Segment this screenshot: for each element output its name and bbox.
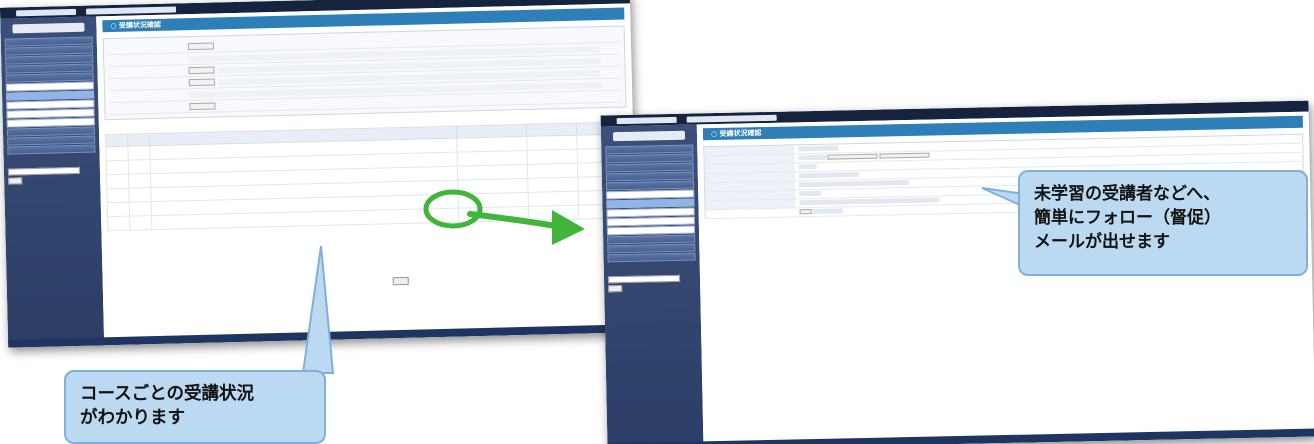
next-button[interactable] bbox=[392, 276, 409, 286]
menu-header bbox=[612, 130, 686, 142]
filter-button[interactable] bbox=[188, 78, 215, 87]
sidebar-menu bbox=[0, 16, 105, 348]
menu-header bbox=[12, 22, 85, 34]
table-cell bbox=[527, 163, 578, 179]
course-select-button[interactable] bbox=[608, 285, 623, 293]
course-select[interactable] bbox=[607, 274, 681, 284]
table-cell bbox=[106, 174, 129, 189]
callout-line: がわかります bbox=[80, 408, 185, 428]
callout-followup-mail: 未学習の受講者などへ、 簡単にフォロー（督促） メールが出せます bbox=[1018, 170, 1308, 276]
table-cell bbox=[128, 173, 151, 189]
table-cell bbox=[128, 187, 152, 203]
detail-key bbox=[705, 207, 796, 219]
org-field bbox=[85, 5, 177, 15]
sidebar-item[interactable] bbox=[607, 252, 696, 263]
callout-line: コースごとの受講状況 bbox=[80, 384, 254, 404]
table-cell bbox=[527, 177, 579, 193]
display-button[interactable] bbox=[189, 102, 216, 111]
mail-button[interactable] bbox=[879, 152, 930, 159]
table-cell bbox=[128, 159, 151, 175]
stage: ○ 受講状況確認 ○ 受講状況確認 コースごとの受講状況 がわかります 未学習の… bbox=[0, 0, 1314, 444]
page-title-text: 受講状況確認 bbox=[719, 129, 762, 138]
org-field bbox=[686, 114, 777, 123]
filter-select[interactable] bbox=[187, 42, 215, 51]
table-header-cell bbox=[127, 133, 150, 147]
course-select-area bbox=[7, 166, 96, 185]
table-cell bbox=[106, 188, 130, 203]
table-cell bbox=[107, 202, 130, 217]
table-header-cell bbox=[105, 134, 128, 147]
table-cell bbox=[107, 216, 130, 231]
course-status-table bbox=[105, 121, 629, 231]
user-field bbox=[616, 116, 677, 124]
main-content: ○ 受講状況確認 bbox=[696, 111, 1314, 444]
sidebar-item[interactable] bbox=[7, 144, 96, 155]
table-cell bbox=[129, 215, 152, 231]
body-wrap: ○ 受講状況確認 bbox=[600, 111, 1314, 444]
table-cell bbox=[528, 205, 579, 221]
course-status-screen: ○ 受講状況確認 bbox=[0, 0, 639, 348]
table-cell bbox=[528, 191, 579, 207]
callout-line: 未学習の受講者などへ、 bbox=[1034, 184, 1221, 204]
filter-panel bbox=[102, 25, 627, 121]
table-cell bbox=[526, 135, 578, 151]
main-content: ○ 受講状況確認 bbox=[96, 3, 639, 346]
filter-label bbox=[108, 47, 188, 49]
course-select-area bbox=[607, 274, 696, 293]
table-cell bbox=[106, 160, 129, 175]
course-select[interactable] bbox=[7, 166, 81, 176]
display-button[interactable] bbox=[799, 209, 812, 215]
filter-label bbox=[109, 107, 189, 109]
table-cell bbox=[105, 146, 129, 161]
body-wrap: ○ 受講状況確認 bbox=[0, 3, 639, 348]
mail-button[interactable] bbox=[827, 153, 878, 160]
filter-label bbox=[109, 71, 189, 73]
table-cell bbox=[129, 201, 152, 217]
filter-label bbox=[109, 83, 189, 85]
table-cell bbox=[458, 206, 529, 223]
callout-line: 簡単にフォロー（督促） bbox=[1034, 208, 1221, 228]
page-title-text: 受講状況確認 bbox=[118, 20, 162, 30]
callout-course-status: コースごとの受講状況 がわかります bbox=[64, 370, 326, 444]
callout-line: メールが出せます bbox=[1034, 232, 1170, 252]
table-cell bbox=[127, 145, 151, 161]
table-cell bbox=[527, 149, 578, 165]
filter-button[interactable] bbox=[188, 66, 215, 75]
filter-label bbox=[108, 59, 188, 61]
back-link[interactable] bbox=[812, 208, 843, 215]
user-field bbox=[15, 8, 77, 16]
filter-label bbox=[109, 95, 189, 97]
course-select-button[interactable] bbox=[8, 177, 23, 185]
sidebar-menu bbox=[600, 124, 704, 444]
